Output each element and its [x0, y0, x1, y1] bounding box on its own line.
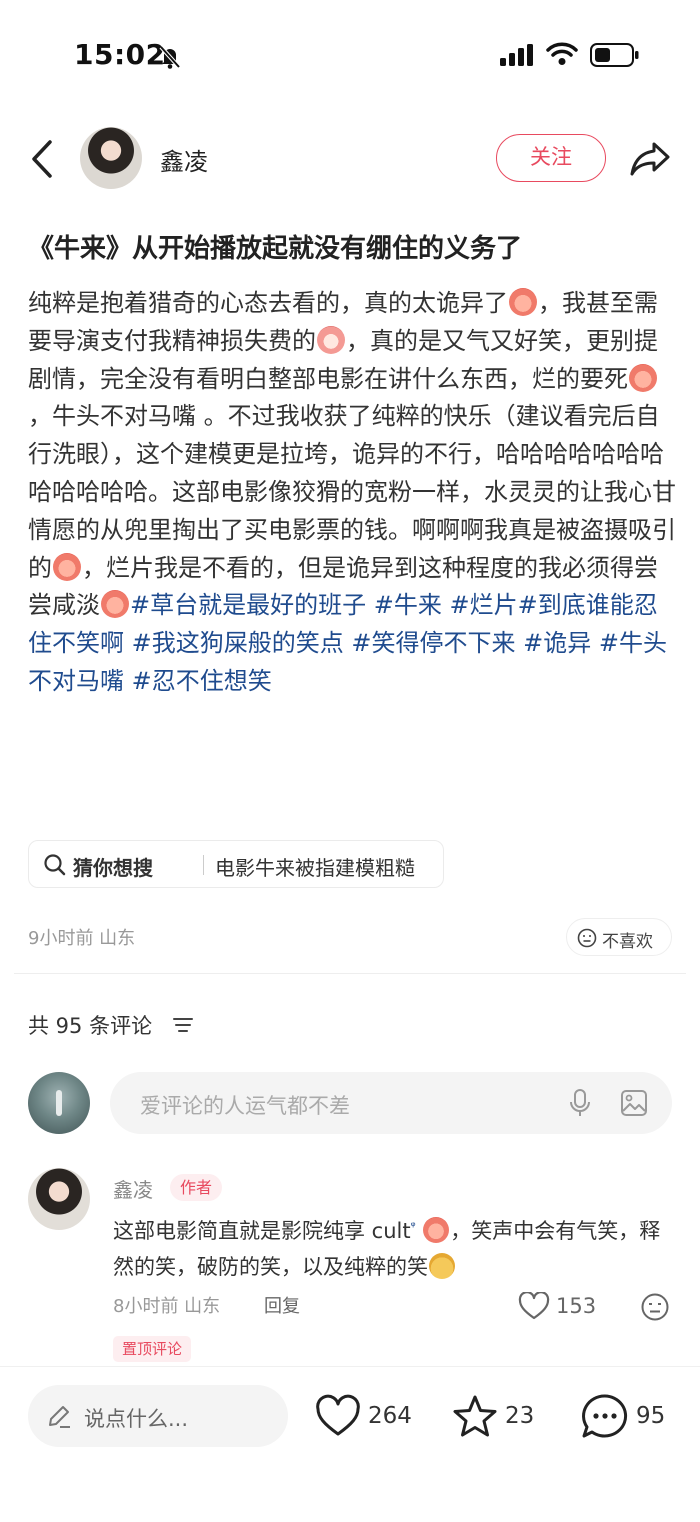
suggest-label: 猜你想搜	[73, 856, 153, 880]
hashtag-link[interactable]: #牛来	[374, 591, 442, 619]
wifi-icon	[546, 42, 578, 65]
post-body: 纯粹是抱着猎奇的心态去看的，真的太诡异了 ，我甚至需要导演支付我精神损失费的 ，真的…	[28, 285, 676, 701]
reply-button[interactable]: 回复	[264, 1292, 300, 1318]
share-icon[interactable]	[628, 136, 672, 180]
hashtag-link[interactable]: #忍不住想笑	[132, 667, 272, 695]
signal-icon	[500, 44, 533, 66]
bottom-action-bar: 说点什么... 264 23 95	[0, 1366, 700, 1522]
comment-placeholder: 爱评论的人运气都不差	[140, 1094, 350, 1118]
author-name[interactable]: 鑫凌	[160, 142, 208, 177]
star-icon[interactable]	[450, 1392, 500, 1442]
comment-text-part: 这部电影简直就是影院纯享 cult	[113, 1219, 411, 1243]
bell-off-icon	[159, 45, 181, 69]
status-bar: 15:02	[0, 0, 700, 110]
dislike-button[interactable]: 不喜欢	[566, 918, 672, 956]
post-header: 鑫凌 关注	[0, 118, 700, 200]
frown-icon[interactable]	[640, 1292, 670, 1322]
status-time: 15:02	[74, 38, 166, 71]
comment-text: 这部电影简直就是影院纯享 cultᵠ ，笑声中会有气笑，释然的笑，破防的笑，以及…	[113, 1208, 678, 1285]
post-title: 《牛来》从开始播放起就没有绷住的义务了	[28, 234, 523, 264]
follow-button[interactable]: 关注	[496, 134, 606, 182]
crying-emoji-icon	[53, 552, 81, 581]
search-icon[interactable]: ᵠ	[411, 1219, 416, 1233]
comment-input[interactable]: 爱评论的人运气都不差	[110, 1072, 672, 1134]
hashtag-link[interactable]: #烂片	[450, 591, 518, 619]
pinned-comment-badge: 置顶评论	[113, 1336, 192, 1362]
suggest-query[interactable]: 电影牛来被指建模粗糙	[215, 852, 415, 881]
commenter-name[interactable]: 鑫凌	[113, 1174, 153, 1203]
sort-icon[interactable]	[172, 1016, 194, 1034]
crying-emoji-icon	[509, 288, 537, 316]
suggested-search[interactable]: 猜你想搜 电影牛来被指建模粗糙	[28, 840, 444, 888]
scream-emoji-icon	[317, 325, 345, 354]
comment-count: 共 95 条评论	[28, 1014, 153, 1038]
hashtag-link[interactable]: #笑得停不下来	[351, 629, 515, 657]
comment-bubble-icon[interactable]	[580, 1392, 630, 1442]
frown-icon	[577, 928, 597, 948]
crying-emoji-icon	[101, 590, 129, 619]
search-icon	[44, 854, 66, 876]
section-divider	[14, 973, 686, 974]
post-text: 纯粹是抱着猎奇的心态去看的，真的太诡异了	[28, 289, 508, 317]
back-icon[interactable]	[24, 136, 64, 182]
author-avatar[interactable]	[80, 127, 142, 189]
battery-icon	[590, 43, 639, 67]
say-placeholder: 说点什么...	[84, 1407, 189, 1431]
my-avatar	[28, 1072, 90, 1134]
commenter-avatar[interactable]	[28, 1168, 90, 1230]
divider	[203, 855, 204, 875]
heart-icon[interactable]	[518, 1292, 550, 1320]
comment-like-count: 153	[556, 1294, 597, 1318]
pear-emoji-icon	[429, 1253, 455, 1279]
star-count: 23	[505, 1403, 535, 1429]
like-heart-icon[interactable]	[315, 1392, 361, 1442]
hashtag-link[interactable]: #我这狗屎般的笑点	[132, 629, 344, 657]
pencil-icon	[49, 1406, 70, 1428]
microphone-icon[interactable]	[568, 1088, 592, 1118]
like-count: 264	[368, 1403, 412, 1429]
dislike-label: 不喜欢	[602, 932, 653, 952]
author-badge: 作者	[170, 1174, 223, 1201]
say-something-input[interactable]: 说点什么...	[28, 1385, 288, 1447]
crying-emoji-icon	[629, 363, 657, 392]
image-icon[interactable]	[620, 1089, 648, 1117]
crying-emoji-icon	[423, 1217, 450, 1243]
post-time-location: 9小时前 山东	[28, 928, 136, 949]
comment-count-bottom: 95	[636, 1403, 666, 1429]
hashtag-link[interactable]: #诡异	[523, 629, 591, 657]
comment-time-location: 8小时前 山东	[113, 1296, 221, 1317]
hashtag-link[interactable]: #草台就是最好的班子	[130, 591, 366, 619]
avatar-figure	[56, 1090, 62, 1116]
